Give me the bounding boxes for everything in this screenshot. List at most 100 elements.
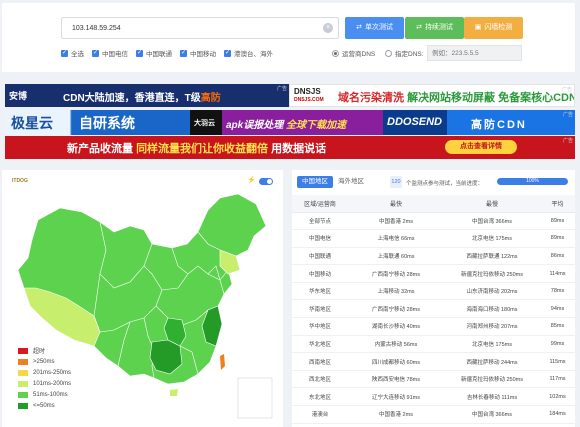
tab-china[interactable]: 中国地区 [297, 176, 333, 188]
table-row: 东北地区 辽宁大连移动 91ms 吉林长春移动 111ms 102ms [292, 387, 575, 407]
refresh-icon: ⇄ [356, 24, 362, 31]
lightning-icon: ⚡ [247, 177, 256, 184]
checkbox-checked-icon: ✓ [136, 49, 143, 57]
region-tabs: 中国地区 海外地区 [297, 176, 369, 188]
table-cell: 78ms [540, 282, 575, 301]
ad-dnsjs[interactable]: DNSJS DNSJS.COM 域名污染清洗 解决网站移动屏蔽 免备案核心CDN … [289, 84, 575, 107]
ad-logo: DNSJS DNSJS.COM [294, 87, 324, 104]
col-header-average: 平均 [540, 195, 575, 213]
wall-check-button[interactable]: ▣ 闪墙检测 [464, 17, 523, 39]
filter-overseas[interactable]: ✓ 港澳台、海外 [224, 47, 273, 59]
ad-cdn[interactable]: 高防CDN 广告 [447, 110, 575, 135]
table-cell: 华南地区 [292, 299, 348, 319]
table-cell: 东北地区 [292, 387, 348, 407]
ad-red-banner[interactable]: 新产品收流量 同样流量我们让你收益翻倍 用数据说话 点击查看详情 广告 [5, 136, 575, 159]
ad-anquan[interactable]: 安博 CDN大陆加速，香港直连，T级高防 广告 [5, 84, 289, 107]
single-test-button[interactable]: ⇄ 单次测试 [345, 17, 404, 39]
table-row: 华北地区 内蒙古移动 56ms 北京电信 175ms 99ms [292, 335, 575, 354]
table-row: 华中地区 湖南长沙移动 40ms 河南郑州移动 207ms 85ms [292, 317, 575, 336]
table-cell: 上海联通 60ms [348, 247, 444, 266]
table-cell: 西南地区 [292, 352, 348, 371]
table-cell: 广西南宁移动 28ms [348, 264, 444, 283]
progress-bar: 100% [497, 178, 568, 185]
table-cell: 湖南长沙移动 40ms [348, 317, 444, 336]
legend-item: 51ms-100ms [18, 389, 71, 400]
table-row: 华东地区 上海移动 32ms 山东济南移动 202ms 78ms [292, 282, 575, 301]
table-cell: 上海移动 32ms [348, 282, 444, 301]
table-cell: 上海电信 66ms [348, 229, 444, 248]
table-row: 西北地区 陕西西安电信 78ms 新疆克拉玛依移动 250ms 117ms [292, 370, 575, 389]
checkbox-checked-icon: ✓ [61, 49, 68, 57]
table-cell: 陕西西安电信 78ms [348, 370, 444, 389]
table-cell: 89ms [540, 229, 575, 248]
results-panel: 中国地区 海外地区 120 个监测点参与测试，当前进度： 100% 区域/运营商… [292, 170, 575, 427]
table-cell: 华东地区 [292, 282, 348, 301]
checkbox-checked-icon: ✓ [180, 49, 187, 57]
ad-jixing[interactable]: 极星云 自研系统 [5, 110, 190, 135]
table-cell: 四川成都移动 60ms [348, 352, 444, 371]
map-toggle-switch[interactable] [259, 178, 273, 185]
checkbox-checked-icon: ✓ [92, 49, 99, 57]
table-cell: 中国台湾 366ms [444, 212, 540, 231]
table-cell: 西北地区 [292, 370, 348, 389]
progress-label: 个监测点参与测试，当前进度： [406, 181, 484, 187]
table-cell: 114ms [540, 264, 575, 283]
table-cell: 海南海口移动 180ms [444, 299, 540, 319]
ad-apk[interactable]: apk误报处理 全球下载加速 [222, 110, 383, 135]
table-cell: 华北地区 [292, 335, 348, 354]
ad-dayu[interactable]: 大羽云 [190, 110, 222, 135]
legend-swatch [18, 402, 28, 409]
table-row: 中国移动 广西南宁移动 28ms 新疆克拉玛依移动 250ms 114ms [292, 264, 575, 283]
ip-input[interactable] [61, 17, 339, 39]
progress-fill: 100% [497, 178, 568, 185]
table-cell: 中国移动 [292, 264, 348, 283]
wall-icon: ▣ [474, 24, 482, 31]
filter-all[interactable]: ✓ 全选 [61, 47, 84, 59]
col-header-region: 区域/运营商 [292, 195, 348, 213]
legend-swatch [18, 347, 28, 354]
table-cell: 102ms [540, 387, 575, 407]
legend-swatch [18, 391, 28, 398]
radio-empty-icon [385, 49, 392, 57]
continuous-test-button[interactable]: ⇄ 持续测试 [405, 17, 464, 39]
map-panel: ITDOG ⚡ 超时 >250ms 201ms-250ms 101ms-200m… [2, 170, 283, 427]
radio-isp-dns[interactable]: 运营商DNS [332, 47, 375, 59]
node-count-badge: 120 [390, 176, 402, 188]
tab-overseas[interactable]: 海外地区 [333, 176, 369, 188]
results-table: 区域/运营商 最快 最慢 平均 全部节点 中国香港 2ms 中国台湾 366ms 89… [292, 195, 575, 424]
table-row: 西南地区 四川成都移动 60ms 西藏拉萨移动 244ms 115ms [292, 352, 575, 371]
table-cell: 港澳台 [292, 405, 348, 424]
legend-swatch [18, 380, 28, 387]
radio-custom-dns[interactable]: 指定DNS: [385, 47, 424, 59]
radio-selected-icon [332, 49, 339, 57]
table-cell: 94ms [540, 299, 575, 319]
table-cell: 85ms [540, 317, 575, 336]
table-cell: 中国联通 [292, 247, 348, 266]
ad-detail-button[interactable]: 点击查看详情 [445, 140, 517, 154]
table-cell: 河南郑州移动 207ms [444, 317, 540, 336]
col-header-slowest: 最慢 [444, 195, 540, 213]
table-row: 中国电信 上海电信 66ms 北京电信 175ms 89ms [292, 229, 575, 248]
table-cell: 117ms [540, 370, 575, 389]
map-legend: 超时 >250ms 201ms-250ms 101ms-200ms 51ms-1… [18, 345, 71, 411]
clear-icon[interactable]: × [323, 23, 333, 33]
table-cell: 北京电信 175ms [444, 229, 540, 248]
legend-item: <=50ms [18, 400, 71, 411]
table-row: 港澳台 中国香港 2ms 中国台湾 366ms 184ms [292, 405, 575, 424]
filter-mobile[interactable]: ✓ 中国移动 [180, 47, 216, 59]
table-row: 全部节点 中国香港 2ms 中国台湾 366ms 89ms [292, 212, 575, 231]
table-header-row: 区域/运营商 最快 最慢 平均 [292, 195, 575, 213]
table-cell: 全部节点 [292, 212, 348, 231]
filter-unicom[interactable]: ✓ 中国联通 [136, 47, 172, 59]
legend-swatch [18, 358, 28, 365]
table-cell: 115ms [540, 352, 575, 371]
table-row: 华南地区 广西南宁移动 28ms 海南海口移动 180ms 94ms [292, 299, 575, 319]
map-region-taiwan [220, 354, 225, 370]
ad-ddos[interactable]: DDOSEND [383, 110, 447, 135]
filter-telecom[interactable]: ✓ 中国电信 [92, 47, 128, 59]
table-cell: 华中地区 [292, 317, 348, 336]
dns-input[interactable] [427, 45, 522, 61]
itdog-logo: ITDOG [12, 178, 28, 184]
table-row: 中国联通 上海联通 60ms 西藏拉萨联通 122ms 86ms [292, 247, 575, 266]
table-cell: 山东济南移动 202ms [444, 282, 540, 301]
